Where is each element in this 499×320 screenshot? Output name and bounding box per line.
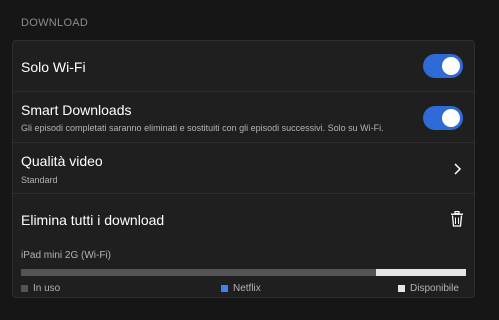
device-name: iPad mini 2G (Wi-Fi)	[21, 250, 112, 261]
video-quality-label: Qualità video	[21, 153, 103, 169]
video-quality-value: Standard	[21, 175, 58, 185]
legend-in-use: In uso	[21, 283, 60, 294]
wifi-only-toggle[interactable]	[423, 54, 463, 78]
smart-downloads-row[interactable]: Smart Downloads Gli episodi completati s…	[13, 92, 474, 143]
toggle-knob	[442, 109, 460, 127]
video-quality-row[interactable]: Qualità video Standard	[13, 143, 474, 194]
legend-netflix: Netflix	[221, 283, 261, 294]
legend-netflix-label: Netflix	[233, 283, 261, 294]
storage-bar	[21, 269, 466, 276]
delete-all-row[interactable]: Elimina tutti i download	[13, 194, 474, 242]
available-swatch	[398, 285, 405, 292]
legend-available-label: Disponibile	[410, 283, 459, 294]
netflix-swatch	[221, 285, 228, 292]
delete-all-label: Elimina tutti i download	[21, 212, 165, 228]
trash-icon[interactable]	[450, 211, 464, 227]
section-header: DOWNLOAD	[21, 17, 89, 29]
smart-downloads-toggle[interactable]	[423, 106, 463, 130]
in-use-swatch	[21, 285, 28, 292]
download-settings-card: Solo Wi-Fi Smart Downloads Gli episodi c…	[12, 40, 475, 298]
legend-in-use-label: In uso	[33, 283, 61, 294]
wifi-only-row[interactable]: Solo Wi-Fi	[13, 41, 474, 92]
smart-downloads-label: Smart Downloads	[21, 102, 132, 118]
storage-used-segment	[21, 269, 376, 276]
smart-downloads-description: Gli episodi completati saranno eliminati…	[21, 123, 384, 133]
legend-available: Disponibile	[398, 283, 459, 294]
wifi-only-label: Solo Wi-Fi	[21, 59, 86, 75]
toggle-knob	[442, 57, 460, 75]
chevron-right-icon[interactable]	[450, 162, 464, 176]
